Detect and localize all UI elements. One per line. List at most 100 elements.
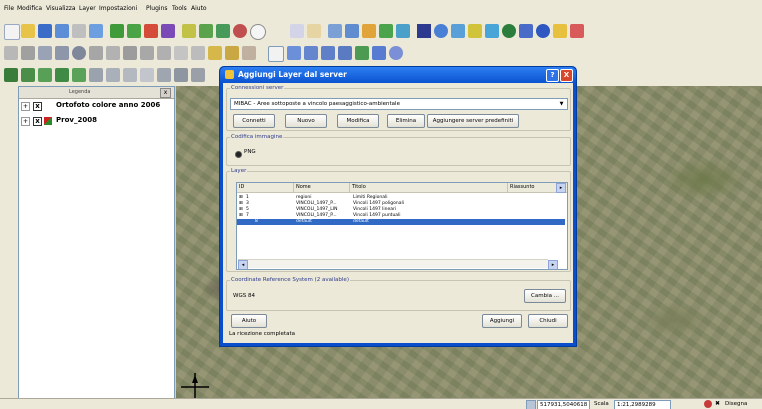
render-checkbox[interactable]: ✖ xyxy=(715,400,720,408)
menu-impostazioni[interactable]: Impostazioni xyxy=(99,5,137,12)
move-feature-icon[interactable] xyxy=(362,24,376,38)
menu-file[interactable]: File xyxy=(4,5,14,12)
attribute-table-icon[interactable] xyxy=(55,68,69,82)
dialog-title-bar[interactable]: Aggiungi Layer dal server ? X xyxy=(220,67,576,83)
save-project-icon[interactable] xyxy=(38,24,52,38)
cut-features-icon[interactable] xyxy=(417,24,431,38)
pan-icon[interactable] xyxy=(157,46,171,60)
layer-visibility-checkbox[interactable]: x xyxy=(33,102,42,111)
help-button[interactable]: Aiuto xyxy=(231,314,267,328)
change-crs-button[interactable]: Cambia ... xyxy=(524,289,566,303)
zoom-selection-icon[interactable] xyxy=(321,46,335,60)
select-icon[interactable] xyxy=(21,68,35,82)
capture-line-icon[interactable] xyxy=(328,24,342,38)
dialog-close-button[interactable]: X xyxy=(560,69,573,82)
capture-point-icon[interactable] xyxy=(307,24,321,38)
move-annotation-icon[interactable] xyxy=(191,68,205,82)
paste-features-icon[interactable] xyxy=(451,24,465,38)
bookmark-icon[interactable] xyxy=(123,68,137,82)
menu-modifica[interactable]: Modifica xyxy=(17,5,42,12)
annotation-icon[interactable] xyxy=(242,46,256,60)
add-vector-icon[interactable] xyxy=(110,24,124,38)
stop-render-icon[interactable] xyxy=(704,400,712,408)
redo-icon[interactable] xyxy=(485,24,499,38)
legend-close-button[interactable]: x xyxy=(160,88,171,98)
node-tool-icon[interactable] xyxy=(379,24,393,38)
split-icon[interactable] xyxy=(123,46,137,60)
zoom-out-icon[interactable] xyxy=(304,46,318,60)
column-header-id[interactable]: ID xyxy=(237,183,294,193)
measure-line-icon[interactable] xyxy=(72,68,86,82)
horizontal-scrollbar[interactable]: ◂ ▸ xyxy=(238,259,558,269)
chevron-down-icon[interactable]: ▼ xyxy=(557,100,566,108)
reshape-icon[interactable] xyxy=(106,46,120,60)
measure-icon[interactable] xyxy=(225,46,239,60)
table-row-selected[interactable]: 8 default default xyxy=(237,219,565,225)
show-bookmarks-icon[interactable] xyxy=(140,68,154,82)
menu-aiuto[interactable]: Aiuto xyxy=(191,5,207,12)
identify-icon[interactable] xyxy=(4,68,18,82)
add-default-servers-button[interactable]: Aggiungere server predefiniti xyxy=(427,114,519,128)
plugin-info-icon[interactable] xyxy=(536,24,550,38)
close-button[interactable]: Chiudi xyxy=(528,314,568,328)
plugin-globe-icon[interactable] xyxy=(502,24,516,38)
print-icon[interactable] xyxy=(72,24,86,38)
menu-visualizza[interactable]: Visualizza xyxy=(46,5,76,12)
open-project-icon[interactable] xyxy=(21,24,35,38)
add-island-icon[interactable] xyxy=(55,46,69,60)
remove-layer-icon[interactable] xyxy=(233,24,247,38)
new-project-icon[interactable] xyxy=(4,24,20,40)
add-postgis-icon[interactable] xyxy=(144,24,158,38)
overview-icon[interactable] xyxy=(250,24,266,40)
plugin-gps-icon[interactable] xyxy=(570,24,584,38)
simplify-icon[interactable] xyxy=(191,46,205,60)
add-wms-icon[interactable] xyxy=(182,24,196,38)
scroll-left-icon[interactable]: ◂ xyxy=(238,260,248,269)
capture-polygon-icon[interactable] xyxy=(345,24,359,38)
expand-icon[interactable]: + xyxy=(21,102,30,111)
server-connection-select[interactable]: MIBAC - Aree sottoposte a vincolo paesag… xyxy=(230,98,568,110)
undo-icon[interactable] xyxy=(468,24,482,38)
save-as-icon[interactable] xyxy=(55,24,69,38)
menu-layer[interactable]: Layer xyxy=(79,5,96,12)
layer-table[interactable]: ID Nome Titolo Riassunto ⊞ 1 regioni Lim… xyxy=(236,182,568,270)
form-annotation-icon[interactable] xyxy=(174,68,188,82)
zoom-next-icon[interactable] xyxy=(372,46,386,60)
scroll-right-icon[interactable]: ▸ xyxy=(548,260,558,269)
column-header-title[interactable]: Titolo xyxy=(350,183,508,193)
new-layer-icon[interactable] xyxy=(216,24,230,38)
expand-icon[interactable]: + xyxy=(21,117,30,126)
menu-plugins[interactable]: Plugins xyxy=(146,5,168,12)
connect-button[interactable]: Connetti xyxy=(233,114,275,128)
add-button[interactable]: Aggiungi xyxy=(482,314,522,328)
column-header-name[interactable]: Nome xyxy=(294,183,350,193)
delete-part-icon[interactable] xyxy=(89,46,103,60)
add-wfs-icon[interactable] xyxy=(199,24,213,38)
digitize-icon[interactable] xyxy=(4,46,18,60)
text-annotation-icon[interactable] xyxy=(157,68,171,82)
delete-ring-icon[interactable] xyxy=(72,46,86,60)
copy-features-icon[interactable] xyxy=(434,24,448,38)
label-icon[interactable] xyxy=(208,46,222,60)
scroll-right-end-icon[interactable]: ▸ xyxy=(556,183,566,193)
plugin-terrain-icon[interactable] xyxy=(519,24,533,38)
zoom-layer-icon[interactable] xyxy=(338,46,352,60)
coords-toggle-icon[interactable] xyxy=(526,400,536,409)
map-tips-icon[interactable] xyxy=(106,68,120,82)
delete-selected-icon[interactable] xyxy=(396,24,410,38)
refresh-icon[interactable] xyxy=(389,46,403,60)
measure-area-icon[interactable] xyxy=(89,68,103,82)
zoom-last-icon[interactable] xyxy=(355,46,369,60)
delete-connection-button[interactable]: Elimina xyxy=(387,114,425,128)
png-radio[interactable] xyxy=(235,151,242,158)
layer-visibility-checkbox[interactable]: x xyxy=(33,117,42,126)
zoom-in-icon[interactable] xyxy=(287,46,301,60)
toggle-edit-icon[interactable] xyxy=(290,24,304,38)
merge-icon[interactable] xyxy=(140,46,154,60)
plugin-python-icon[interactable] xyxy=(553,24,567,38)
menu-tools[interactable]: Tools xyxy=(172,5,187,12)
scale-input[interactable]: 1:21,2989289 xyxy=(614,400,671,409)
dialog-help-button[interactable]: ? xyxy=(546,69,559,82)
add-spatialite-icon[interactable] xyxy=(161,24,175,38)
add-ring-icon[interactable] xyxy=(38,46,52,60)
